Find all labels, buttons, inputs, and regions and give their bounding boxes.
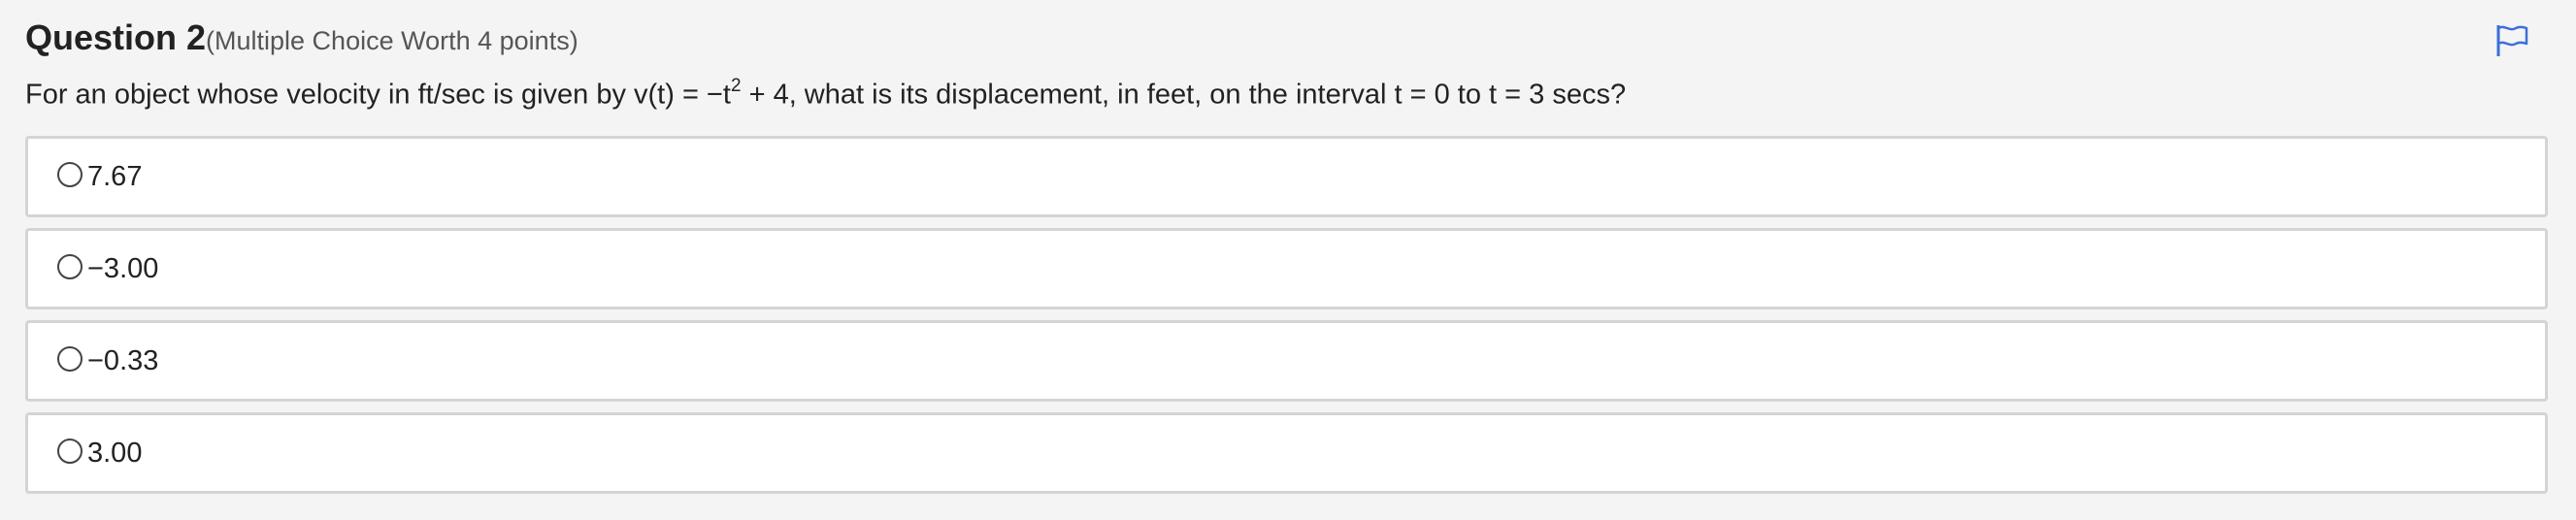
radio-button[interactable]: [57, 346, 83, 372]
radio-button[interactable]: [57, 439, 83, 464]
answer-option-2[interactable]: −3.00: [25, 228, 2548, 309]
answer-option-label: 7.67: [87, 160, 143, 192]
answer-option-3[interactable]: −0.33: [25, 320, 2548, 402]
question-points: (Multiple Choice Worth 4 points): [206, 26, 578, 55]
answer-options: 7.67 −3.00 −0.33 3.00: [25, 136, 2548, 504]
answer-option-label: −3.00: [87, 252, 159, 284]
answer-option-1[interactable]: 7.67: [25, 136, 2548, 217]
answer-option-label: −0.33: [87, 344, 159, 376]
flag-question-button[interactable]: [2493, 21, 2531, 60]
question-prompt: For an object whose velocity in ft/sec i…: [25, 76, 1627, 112]
question-header: Question 2 (Multiple Choice Worth 4 poin…: [25, 17, 578, 58]
radio-button[interactable]: [57, 254, 83, 279]
radio-button[interactable]: [57, 162, 83, 187]
question-text-after: + 4, what is its displacement, in feet, …: [741, 79, 1627, 111]
question-text-before: For an object whose velocity in ft/sec i…: [25, 79, 731, 111]
answer-option-4[interactable]: 3.00: [25, 412, 2548, 494]
flag-icon: [2496, 25, 2528, 56]
question-number: Question 2: [25, 17, 207, 57]
answer-option-label: 3.00: [87, 437, 143, 469]
question-text-superscript: 2: [730, 76, 742, 96]
